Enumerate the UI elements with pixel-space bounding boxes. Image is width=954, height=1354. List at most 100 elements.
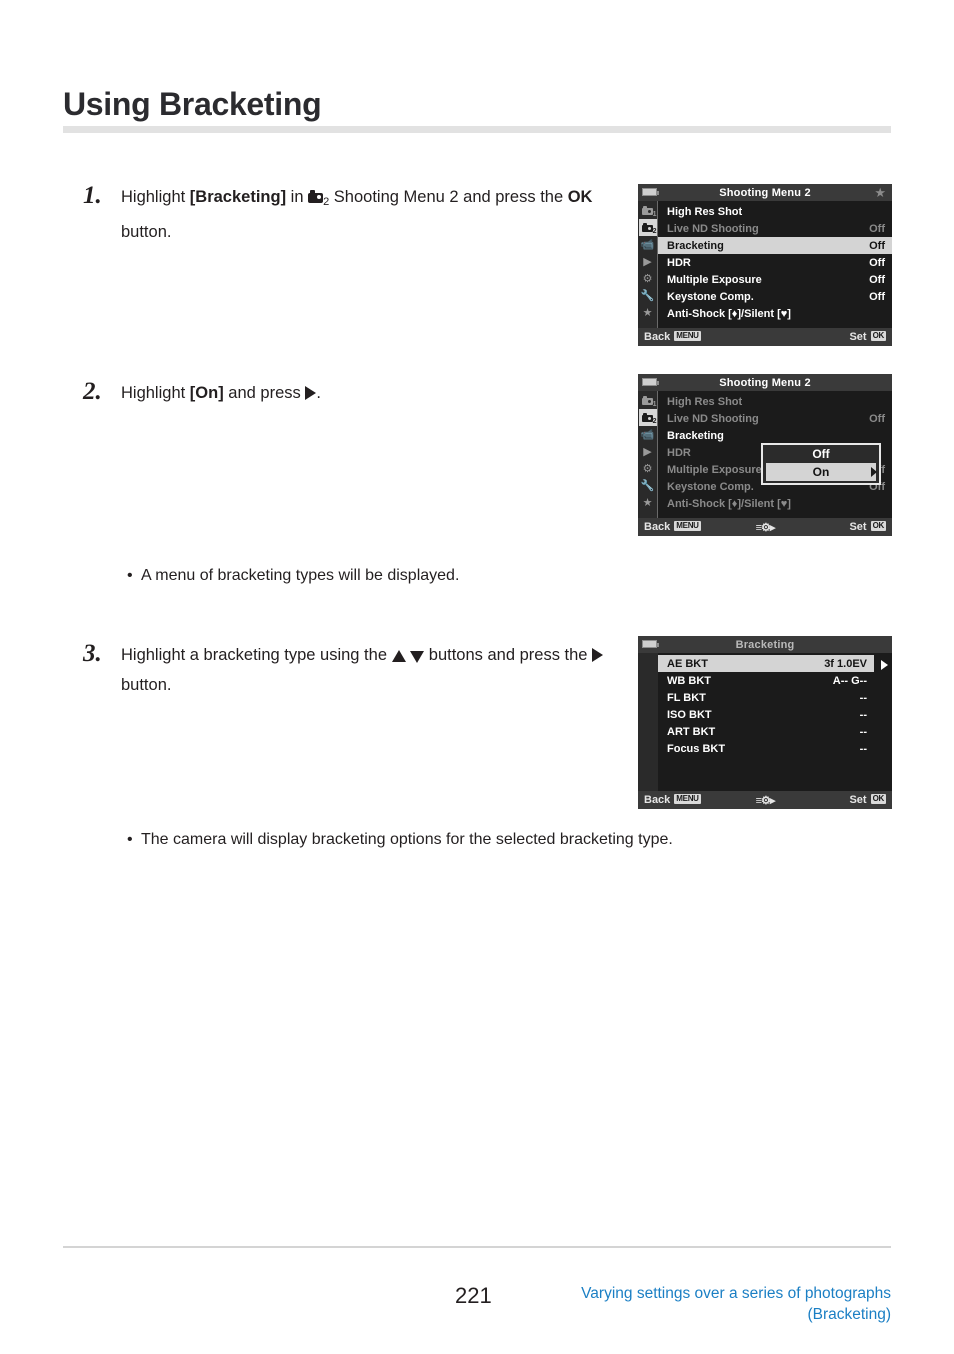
sidebar-item-camera-2[interactable]: 2 bbox=[638, 219, 657, 236]
battery-icon bbox=[642, 640, 659, 648]
popup-option-off[interactable]: Off bbox=[763, 445, 879, 463]
table-row-selected[interactable]: Bracketing Off bbox=[658, 237, 892, 254]
sidebar-item-wrench[interactable]: 🔧 bbox=[639, 287, 657, 304]
back-control[interactable]: Back MENU bbox=[644, 521, 701, 533]
row-label: Anti-Shock [♦]/Silent [♥] bbox=[667, 497, 791, 510]
step-1-text-c: Shooting Menu 2 and press the bbox=[329, 188, 568, 206]
table-row[interactable]: Anti-Shock [♦]/Silent [♥] bbox=[658, 495, 892, 512]
table-row[interactable]: Bracketing bbox=[658, 427, 892, 444]
table-row[interactable]: Anti-Shock [♦]/Silent [♥] bbox=[658, 305, 892, 322]
bullet-dot: • bbox=[127, 567, 133, 584]
row-value: -- bbox=[859, 691, 867, 704]
lcd1-rows: High Res Shot Live ND Shooting Off Brack… bbox=[658, 201, 892, 328]
table-row[interactable]: ISO BKT -- bbox=[658, 706, 874, 723]
set-control[interactable]: Set OK bbox=[849, 331, 886, 343]
row-label: Keystone Comp. bbox=[667, 480, 754, 493]
lcd3-body: AE BKT 3f 1.0EV WB BKT A-- G-- FL BKT --… bbox=[638, 653, 892, 791]
step-1-number: 1. bbox=[83, 182, 102, 209]
sidebar-item-playback[interactable]: ▶︎ bbox=[639, 253, 657, 270]
row-label: Bracketing bbox=[667, 429, 724, 442]
sidebar-item-star[interactable]: ★ bbox=[639, 494, 657, 511]
step-1-text: Highlight [Bracketing] in 2 Shooting Men… bbox=[121, 182, 641, 247]
row-value: Off bbox=[869, 273, 885, 286]
sidebar-camera-2-number: 2 bbox=[652, 228, 657, 235]
step-2: 2. Highlight [On] and press . bbox=[83, 378, 641, 408]
sidebar-camera-1-number: 1 bbox=[652, 401, 657, 408]
row-label: ISO BKT bbox=[667, 708, 712, 721]
table-row[interactable]: WB BKT A-- G-- bbox=[658, 672, 874, 689]
sidebar-item-movie[interactable]: 📹 bbox=[639, 236, 657, 253]
lcd1-titlebar: Shooting Menu 2 ★ bbox=[638, 184, 892, 201]
menu-gear-right-icon: ≡⚙▸ bbox=[755, 521, 776, 534]
lcd1-body: 1 2 📹 ▶︎ ⚙ 🔧 ★ High Res Shot Live ND Sho… bbox=[638, 201, 892, 328]
sidebar-item-camera-2[interactable]: 2 bbox=[638, 409, 657, 426]
table-row[interactable]: Live ND Shooting Off bbox=[658, 220, 892, 237]
table-row[interactable]: Multiple Exposure Off bbox=[658, 271, 892, 288]
lcd-bracketing-menu: Bracketing AE BKT 3f 1.0EV WB BKT A-- G-… bbox=[638, 636, 892, 809]
arrow-down-icon bbox=[410, 651, 425, 663]
lcd2-body: 1 2 📹 ▶︎ ⚙ 🔧 ★ High Res Shot Live ND Sho… bbox=[638, 391, 892, 518]
sidebar-item-star[interactable]: ★ bbox=[639, 304, 657, 321]
sidebar-item-camera-1[interactable]: 1 bbox=[639, 202, 657, 219]
step-3-text-a: Highlight a bracketing type using the bbox=[121, 646, 392, 664]
sidebar-camera-1-number: 1 bbox=[652, 211, 657, 218]
sidebar-item-camera-1[interactable]: 1 bbox=[639, 392, 657, 409]
back-control[interactable]: Back MENU bbox=[644, 794, 701, 806]
row-label: Keystone Comp. bbox=[667, 290, 754, 303]
row-label: AE BKT bbox=[667, 657, 708, 670]
sidebar-item-wrench[interactable]: 🔧 bbox=[639, 477, 657, 494]
row-label: Bracketing bbox=[667, 239, 724, 252]
table-row-selected[interactable]: AE BKT 3f 1.0EV bbox=[658, 655, 874, 672]
step-2-number: 2. bbox=[83, 378, 102, 405]
battery-icon bbox=[642, 378, 659, 386]
row-value: Off bbox=[869, 256, 885, 269]
popup-option-off-label: Off bbox=[812, 447, 830, 461]
chevron-right-icon bbox=[881, 657, 888, 675]
lcd2-bottombar: Back MENU ≡⚙▸ Set OK bbox=[638, 518, 892, 536]
back-control[interactable]: Back MENU bbox=[644, 331, 701, 343]
sidebar-item-playback[interactable]: ▶︎ bbox=[639, 443, 657, 460]
table-row[interactable]: ART BKT -- bbox=[658, 723, 874, 740]
row-value: Off bbox=[869, 222, 885, 235]
row-label: Anti-Shock [♦]/Silent [♥] bbox=[667, 307, 791, 320]
menu-button-tag: MENU bbox=[674, 794, 701, 804]
row-label: WB BKT bbox=[667, 674, 711, 687]
table-row[interactable]: Keystone Comp. Off bbox=[658, 288, 892, 305]
row-label: Focus BKT bbox=[667, 742, 726, 755]
step-2-text-b: and press bbox=[223, 384, 306, 402]
arrow-right-icon bbox=[305, 386, 317, 400]
chevron-right-icon bbox=[871, 467, 877, 477]
lcd3-sidebar-blank bbox=[638, 653, 658, 791]
row-value: Off bbox=[869, 412, 885, 425]
step-1-text-b: in bbox=[286, 188, 309, 206]
row-value: Off bbox=[869, 239, 885, 252]
table-row[interactable]: Live ND Shooting Off bbox=[658, 410, 892, 427]
row-label: High Res Shot bbox=[667, 395, 743, 408]
step-1-bracketing-term: [Bracketing] bbox=[189, 188, 287, 206]
sidebar-item-gear[interactable]: ⚙ bbox=[639, 460, 657, 477]
ok-button-tag: OK bbox=[870, 331, 886, 341]
footer-section-link[interactable]: Varying settings over a series of photog… bbox=[471, 1283, 891, 1325]
row-value: -- bbox=[859, 742, 867, 755]
row-label: FL BKT bbox=[667, 691, 706, 704]
table-row[interactable]: FL BKT -- bbox=[658, 689, 874, 706]
popup-option-on[interactable]: On bbox=[766, 463, 877, 481]
set-control[interactable]: Set OK bbox=[849, 521, 886, 533]
row-value: Off bbox=[869, 290, 885, 303]
ok-button-tag: OK bbox=[870, 521, 886, 531]
table-row[interactable]: Focus BKT -- bbox=[658, 740, 874, 757]
set-control[interactable]: Set OK bbox=[849, 794, 886, 806]
sidebar-item-gear[interactable]: ⚙ bbox=[639, 270, 657, 287]
row-label: HDR bbox=[667, 256, 691, 269]
bullet-item-1: • A menu of bracketing types will be disp… bbox=[127, 564, 687, 588]
row-label: Live ND Shooting bbox=[667, 412, 759, 425]
back-label: Back bbox=[644, 794, 671, 806]
lcd2-sidebar: 1 2 📹 ▶︎ ⚙ 🔧 ★ bbox=[638, 391, 658, 518]
lcd1-title: Shooting Menu 2 bbox=[719, 186, 811, 199]
sidebar-item-movie[interactable]: 📹 bbox=[639, 426, 657, 443]
table-row[interactable]: High Res Shot bbox=[658, 203, 892, 220]
table-row[interactable]: HDR Off bbox=[658, 254, 892, 271]
table-row[interactable]: High Res Shot bbox=[658, 393, 892, 410]
row-value: -- bbox=[859, 725, 867, 738]
set-label: Set bbox=[849, 331, 867, 343]
